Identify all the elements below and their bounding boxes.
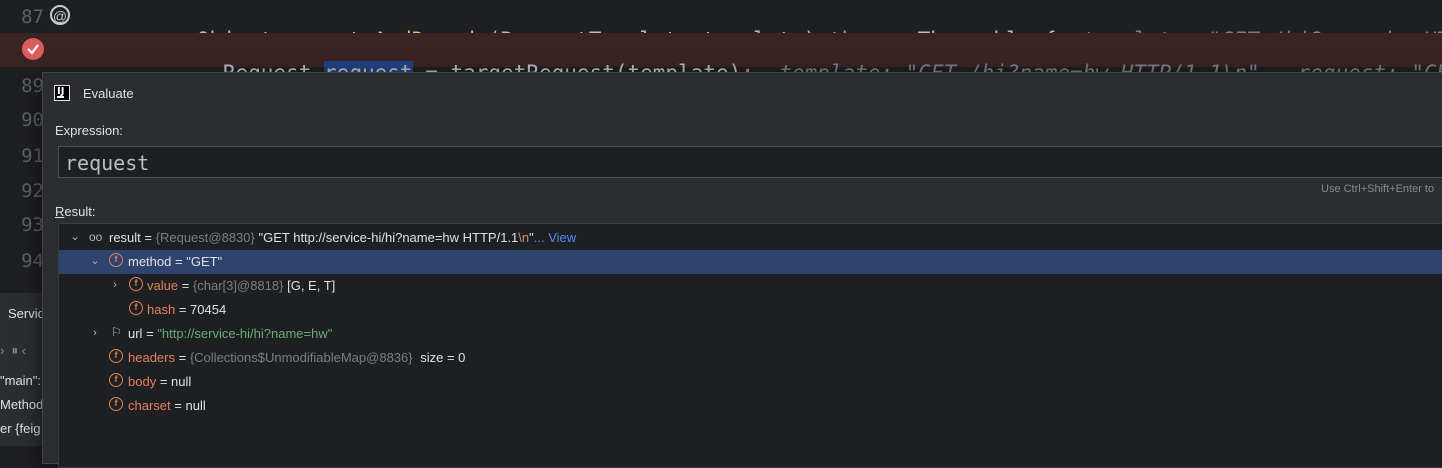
tree-row-body[interactable]: f body = null	[59, 370, 1442, 394]
line-number: 93	[21, 214, 44, 236]
flag-icon: ⚐	[111, 325, 122, 339]
expression-value[interactable]: request	[65, 151, 149, 175]
dialog-titlebar[interactable]: IJ Evaluate	[43, 73, 1442, 113]
expression-label: Expression:	[55, 123, 123, 138]
var-value: size = 0	[420, 350, 466, 365]
field-icon: f	[109, 349, 123, 363]
field-icon: f	[109, 373, 123, 387]
result-tree[interactable]: ⌄ oo result = {Request@8830} "GET http:/…	[58, 223, 1442, 468]
code-line-87[interactable]: 87 @ Object executeAndDecode(RequestTemp…	[0, 0, 1442, 52]
line-number: 91	[21, 145, 44, 167]
var-value: "http://service-hi/hi?name=hw"	[157, 326, 333, 341]
var-type: {char[3]@8818}	[192, 278, 284, 293]
tree-row-url[interactable]: › ⚐ url = "http://service-hi/hi?name=hw"	[59, 322, 1442, 346]
var-value: "GET"	[186, 254, 223, 269]
expression-input[interactable]: request	[58, 146, 1442, 178]
tree-row-headers[interactable]: f headers = {Collections$UnmodifiableMap…	[59, 346, 1442, 370]
tree-row-method[interactable]: ⌄ f method = "GET"	[59, 250, 1442, 274]
at-icon[interactable]: @	[50, 5, 70, 25]
var-type: {Request@8830}	[155, 230, 255, 245]
var-value: 70454	[190, 302, 227, 317]
tree-row-charset[interactable]: f charset = null	[59, 394, 1442, 418]
dialog-title: Evaluate	[83, 86, 134, 101]
var-name: charset	[128, 398, 171, 413]
field-icon: f	[109, 253, 123, 267]
var-value: null	[185, 398, 206, 413]
result-label: Result:	[55, 204, 96, 219]
thread-selector[interactable]: "main":	[0, 373, 41, 388]
var-name: body	[128, 374, 157, 389]
line-number: 89	[21, 75, 44, 97]
var-value: "GET http://service-hi/hi?name=hw HTTP/1…	[258, 230, 519, 245]
var-name: headers	[128, 350, 175, 365]
glasses-icon: oo	[89, 230, 103, 244]
pause-icon[interactable]: › ⏸ ‹	[0, 343, 26, 359]
field-icon: f	[129, 277, 143, 291]
var-value: [G, E, T]	[287, 278, 336, 293]
intellij-logo-icon: IJ	[54, 85, 70, 101]
stack-frame[interactable]: er {feig	[0, 421, 40, 436]
chevron-down-icon[interactable]: ⌄	[69, 231, 81, 243]
stack-frame[interactable]: Method	[0, 397, 43, 412]
var-name: hash	[147, 302, 176, 317]
code-line-88-current[interactable]: Request request = targetRequest(template…	[0, 33, 1442, 85]
var-name: url	[128, 326, 143, 341]
tree-row-hash[interactable]: f hash = 70454	[59, 298, 1442, 322]
chevron-down-icon[interactable]: ⌄	[89, 255, 101, 267]
line-number: 92	[21, 180, 44, 202]
line-number: 90	[21, 109, 44, 131]
var-name: method	[128, 254, 172, 269]
field-icon: f	[109, 397, 123, 411]
chevron-right-icon[interactable]: ›	[89, 327, 101, 339]
tree-row-value[interactable]: › f value = {char[3]@8818} [G, E, T]	[59, 274, 1442, 298]
shortcut-hint: Use Ctrl+Shift+Enter to	[1321, 183, 1435, 195]
tree-row-result[interactable]: ⌄ oo result = {Request@8830} "GET http:/…	[59, 226, 1442, 250]
var-type: {Collections$UnmodifiableMap@8836}	[189, 350, 413, 365]
evaluate-dialog: IJ Evaluate Expression: request Use Ctrl…	[42, 72, 1442, 468]
chevron-right-icon[interactable]: ›	[109, 279, 121, 291]
var-value: null	[171, 374, 192, 389]
view-link[interactable]: ... View	[534, 230, 576, 245]
field-icon: f	[129, 301, 143, 315]
var-name: result	[109, 230, 141, 245]
line-number: 94	[21, 250, 44, 272]
line-number: 87	[21, 6, 44, 28]
breakpoint-icon[interactable]	[22, 38, 44, 60]
services-tab[interactable]: Servic	[8, 306, 44, 321]
var-name: value	[147, 278, 179, 293]
